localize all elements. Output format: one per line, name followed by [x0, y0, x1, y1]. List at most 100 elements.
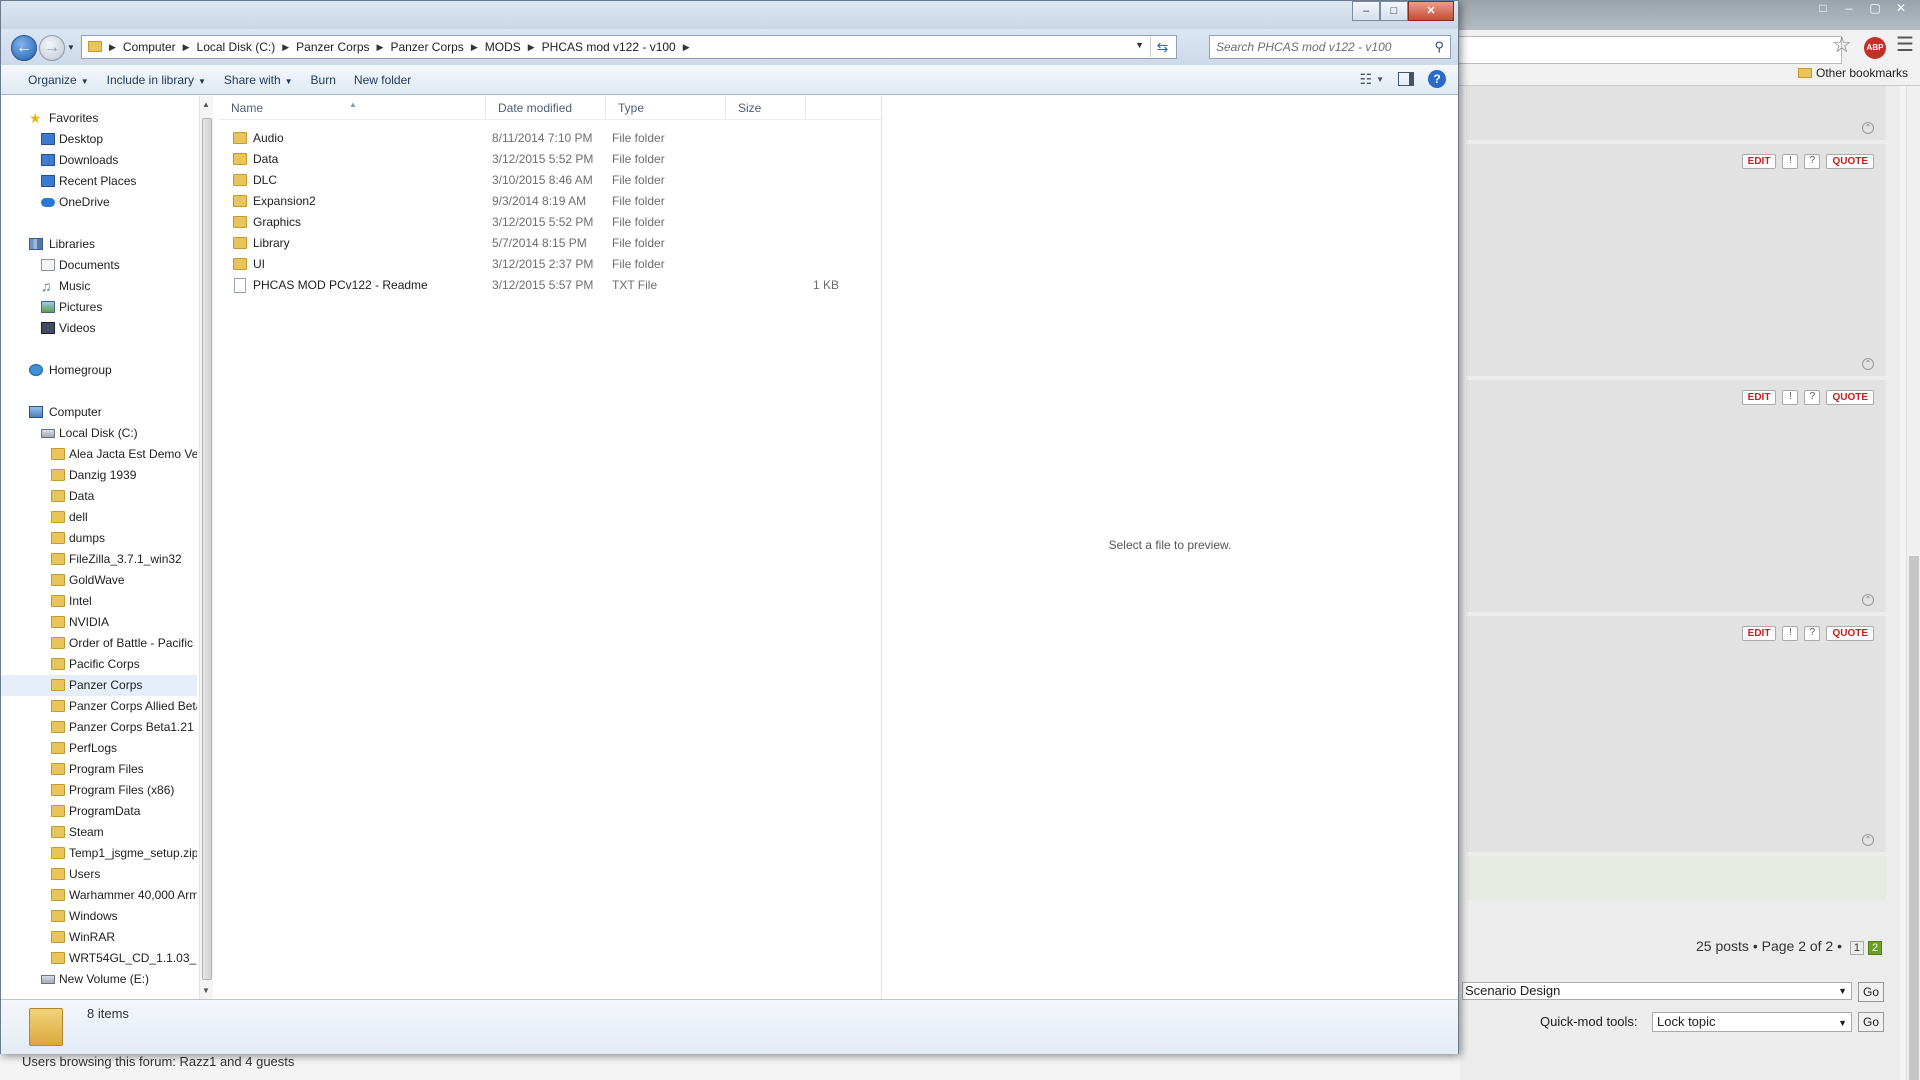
chevron-right-icon[interactable]: ▶ — [180, 42, 193, 53]
new-folder-button[interactable]: New folder — [345, 73, 420, 87]
info-button[interactable]: ? — [1804, 154, 1821, 169]
navigation-scrollbar-thumb[interactable] — [202, 118, 212, 980]
nav-folder-nvidia[interactable]: NVIDIA — [1, 612, 197, 633]
quickmod-select[interactable]: Lock topic ▼ — [1652, 1012, 1852, 1032]
nav-videos[interactable]: Videos — [1, 318, 197, 339]
nav-favorites[interactable]: ★ Favorites — [1, 108, 197, 129]
report-button[interactable]: ! — [1782, 626, 1799, 641]
nav-new-volume[interactable]: New Volume (E:) — [1, 969, 197, 990]
scroll-down-icon[interactable]: ▼ — [202, 986, 210, 995]
chevron-right-icon[interactable]: ▶ — [374, 42, 387, 53]
info-button[interactable]: ? — [1804, 390, 1821, 405]
forward-button[interactable]: → — [39, 35, 65, 61]
edit-button[interactable]: EDIT — [1741, 390, 1777, 405]
nav-pictures[interactable]: Pictures — [1, 297, 197, 318]
breadcrumb-local-disk[interactable]: Local Disk (C:) — [193, 40, 280, 54]
bookmark-star-icon[interactable]: ☆ — [1832, 32, 1852, 58]
organize-button[interactable]: Organize ▼ — [19, 73, 98, 87]
nav-folder-alea-jacta-est-demo-ver[interactable]: Alea Jacta Est Demo Ver — [1, 444, 197, 465]
column-type[interactable]: Type — [606, 96, 726, 120]
browser-scrollbar-thumb[interactable] — [1909, 556, 1919, 1080]
maximize-button[interactable]: □ — [1380, 1, 1408, 21]
nav-folder-windows[interactable]: Windows — [1, 906, 197, 927]
nav-folder-intel[interactable]: Intel — [1, 591, 197, 612]
include-in-library-button[interactable]: Include in library ▼ — [98, 73, 215, 87]
address-bar[interactable]: ▶ Computer ▶ Local Disk (C:) ▶ Panzer Co… — [81, 35, 1177, 59]
nav-folder-order-of-battle-pacific[interactable]: Order of Battle - Pacific — [1, 633, 197, 654]
chevron-right-icon[interactable]: ▶ — [680, 42, 693, 53]
quickmod-go-button[interactable]: Go — [1858, 1012, 1884, 1032]
navigation-scrollbar[interactable]: ▲ ▼ — [199, 96, 213, 999]
page-link-1[interactable]: 1 — [1849, 941, 1865, 955]
browser-address-field[interactable] — [1450, 36, 1842, 64]
nav-folder-pacific-corps[interactable]: Pacific Corps — [1, 654, 197, 675]
breadcrumb-panzer-corps-2[interactable]: Panzer Corps — [386, 40, 467, 54]
breadcrumb-phcas-mod[interactable]: PHCAS mod v122 - v100 — [538, 40, 680, 54]
back-to-top-icon[interactable]: ⌃ — [1862, 122, 1874, 134]
jump-to-forum-select[interactable]: Scenario Design ▼ — [1462, 982, 1852, 1000]
column-date-modified[interactable]: Date modified — [486, 96, 606, 120]
address-history-chevron-icon[interactable]: ▼ — [1135, 40, 1144, 50]
nav-recent-places[interactable]: Recent Places — [1, 171, 197, 192]
edit-button[interactable]: EDIT — [1741, 154, 1777, 169]
nav-desktop[interactable]: Desktop — [1, 129, 197, 150]
chevron-down-icon[interactable]: ▼ — [1376, 75, 1384, 84]
column-size[interactable]: Size — [726, 96, 806, 120]
nav-homegroup[interactable]: Homegroup — [1, 360, 197, 381]
nav-onedrive[interactable]: OneDrive — [1, 192, 197, 213]
breadcrumb-computer[interactable]: Computer — [119, 40, 180, 54]
file-row[interactable]: Data 3/12/2015 5:52 PM File folder — [219, 149, 881, 170]
minimize-button[interactable]: – — [1352, 1, 1380, 21]
nav-folder-data[interactable]: Data — [1, 486, 197, 507]
refresh-icon[interactable]: ⇆ — [1150, 37, 1174, 57]
file-row[interactable]: Graphics 3/12/2015 5:52 PM File folder — [219, 212, 881, 233]
breadcrumb-mods[interactable]: MODS — [481, 40, 525, 54]
back-button[interactable]: ← — [11, 35, 37, 61]
nav-folder-warhammer-40-000-arm[interactable]: Warhammer 40,000 Arm — [1, 885, 197, 906]
nav-folder-dumps[interactable]: dumps — [1, 528, 197, 549]
nav-folder-program-files[interactable]: Program Files — [1, 759, 197, 780]
nav-folder-programdata[interactable]: ProgramData — [1, 801, 197, 822]
browser-scrollbar[interactable] — [1906, 86, 1920, 1080]
page-link-2[interactable]: 2 — [1868, 941, 1883, 955]
nav-downloads[interactable]: Downloads — [1, 150, 197, 171]
quote-button[interactable]: QUOTE — [1826, 154, 1874, 169]
nav-folder-filezilla-3-7-1-win32[interactable]: FileZilla_3.7.1_win32 — [1, 549, 197, 570]
nav-folder-danzig-1939[interactable]: Danzig 1939 — [1, 465, 197, 486]
browser-close-icon[interactable]: ✕ — [1888, 0, 1914, 18]
nav-folder-users[interactable]: Users — [1, 864, 197, 885]
nav-folder-wrt54gl-cd-1-1-03-us[interactable]: WRT54GL_CD_1.1.03_US — [1, 948, 197, 969]
nav-music[interactable]: ♫ Music — [1, 276, 197, 297]
share-with-button[interactable]: Share with ▼ — [215, 73, 302, 87]
back-to-top-icon[interactable]: ⌃ — [1862, 358, 1874, 370]
preview-pane-icon[interactable] — [1398, 72, 1414, 86]
file-row[interactable]: Audio 8/11/2014 7:10 PM File folder — [219, 128, 881, 149]
file-row[interactable]: Library 5/7/2014 8:15 PM File folder — [219, 233, 881, 254]
chevron-right-icon[interactable]: ▶ — [106, 42, 119, 53]
nav-folder-panzer-corps-allied-beta[interactable]: Panzer Corps Allied Beta — [1, 696, 197, 717]
nav-folder-dell[interactable]: dell — [1, 507, 197, 528]
nav-libraries[interactable]: Libraries — [1, 234, 197, 255]
search-input[interactable] — [1216, 38, 1416, 56]
file-row[interactable]: Expansion2 9/3/2014 8:19 AM File folder — [219, 191, 881, 212]
nav-folder-perflogs[interactable]: PerfLogs — [1, 738, 197, 759]
nav-folder-panzer-corps[interactable]: Panzer Corps — [1, 675, 197, 696]
burn-button[interactable]: Burn — [302, 73, 345, 87]
file-row[interactable]: PHCAS MOD PCv122 - Readme 3/12/2015 5:57 … — [219, 275, 881, 296]
chevron-right-icon[interactable]: ▶ — [525, 42, 538, 53]
change-view-icon[interactable]: ☷ — [1360, 71, 1373, 88]
chevron-right-icon[interactable]: ▶ — [279, 42, 292, 53]
browser-menu-icon[interactable]: ☰ — [1896, 32, 1914, 57]
nav-folder-goldwave[interactable]: GoldWave — [1, 570, 197, 591]
chevron-right-icon[interactable]: ▶ — [468, 42, 481, 53]
report-button[interactable]: ! — [1782, 154, 1799, 169]
quote-button[interactable]: QUOTE — [1826, 626, 1874, 641]
nav-folder-steam[interactable]: Steam — [1, 822, 197, 843]
back-to-top-icon[interactable]: ⌃ — [1862, 594, 1874, 606]
search-icon[interactable]: ⚲ — [1434, 39, 1444, 55]
nav-folder-panzer-corps-beta1-21[interactable]: Panzer Corps Beta1.21 — [1, 717, 197, 738]
recent-pages-chevron-icon[interactable]: ▼ — [67, 43, 75, 52]
close-button[interactable]: ✕ — [1408, 1, 1454, 21]
report-button[interactable]: ! — [1782, 390, 1799, 405]
adblock-icon[interactable]: ABP — [1864, 37, 1886, 59]
